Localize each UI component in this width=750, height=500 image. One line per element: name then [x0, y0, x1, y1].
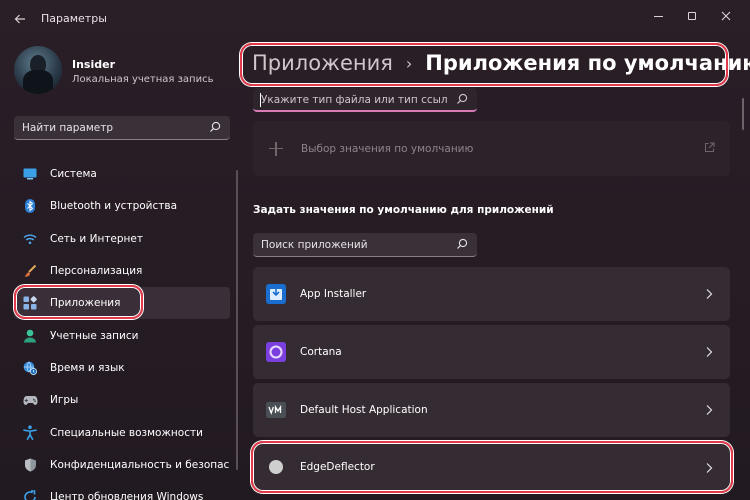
sidebar-item-system[interactable]: Система — [14, 158, 230, 190]
app-search-box[interactable] — [253, 233, 477, 257]
app-name: EdgeDeflector — [300, 461, 375, 473]
app-row-app-installer[interactable]: App Installer — [253, 267, 730, 321]
sidebar-item-accounts[interactable]: Учетные записи — [14, 319, 230, 351]
search-icon[interactable] — [456, 238, 468, 250]
sidebar-item-label: Центр обновления Windows — [50, 491, 204, 500]
settings-search-box[interactable] — [14, 116, 230, 140]
window-title: Параметры — [41, 12, 107, 25]
update-icon — [22, 489, 38, 500]
vm-icon — [266, 400, 286, 420]
sidebar-item-bluetooth[interactable]: Bluetooth и устройства — [14, 190, 230, 222]
sidebar-item-personalization[interactable]: Персонализация — [14, 255, 230, 287]
app-row-cortana[interactable]: Cortana — [253, 325, 730, 379]
sidebar-item-label: Сеть и Интернет — [50, 232, 143, 245]
avatar[interactable] — [14, 46, 62, 94]
settings-search-input[interactable] — [14, 117, 199, 139]
text-caret — [260, 93, 261, 107]
sidebar-item-privacy[interactable]: Конфиденциальность и безопасность — [14, 449, 230, 481]
back-button[interactable] — [10, 9, 30, 29]
chevron-right-icon: › — [405, 53, 413, 73]
minimize-button[interactable] — [641, 6, 675, 26]
sidebar-item-network[interactable]: Сеть и Интернет — [14, 223, 230, 255]
sidebar-item-label: Специальные возможности — [50, 426, 203, 439]
app-search-input[interactable] — [253, 234, 448, 256]
arrow-left-icon — [14, 14, 25, 24]
brush-icon — [22, 263, 38, 279]
sidebar-item-label: Конфиденциальность и безопасность — [50, 458, 230, 471]
sidebar-item-label: Bluetooth и устройства — [50, 200, 177, 213]
chevron-right-icon — [706, 289, 713, 299]
selection-indicator — [14, 296, 17, 311]
maximize-button[interactable] — [675, 6, 709, 26]
breadcrumb: Приложения › Приложения по умолчанию — [252, 48, 750, 78]
app-row-default-host-application[interactable]: Default Host Application — [253, 383, 730, 437]
sidebar-item-time-language[interactable]: Время и язык — [14, 352, 230, 384]
shield-icon — [22, 457, 38, 473]
edgedeflector-icon — [266, 457, 286, 477]
settings-window: Параметры Insider Локальная учетная запи… — [0, 0, 750, 500]
monitor-icon — [22, 166, 38, 182]
default-chooser-label: Выбор значения по умолчанию — [301, 142, 474, 155]
sidebar-item-label: Время и язык — [50, 361, 125, 374]
sidebar-item-apps[interactable]: Приложения — [14, 287, 230, 320]
search-icon[interactable] — [456, 93, 468, 105]
minimize-icon — [653, 15, 663, 17]
sidebar-item-windows-update[interactable]: Центр обновления Windows — [14, 481, 230, 500]
cortana-icon — [266, 342, 286, 362]
app-name: App Installer — [300, 288, 367, 300]
sidebar-item-label: Игры — [50, 394, 79, 407]
open-external-icon — [705, 142, 715, 152]
accessibility-icon — [22, 425, 38, 441]
plus-icon — [269, 141, 283, 156]
user-name: Insider — [72, 58, 116, 71]
sidebar-nav: Система Bluetooth и устройства Сеть и Ин… — [14, 158, 230, 500]
close-icon — [721, 11, 731, 21]
apps-icon — [22, 295, 38, 311]
account-type: Локальная учетная запись — [72, 74, 214, 85]
close-button[interactable] — [709, 6, 743, 26]
bluetooth-icon — [22, 198, 38, 214]
sidebar-item-label: Система — [50, 168, 97, 181]
search-icon[interactable] — [209, 121, 221, 133]
breadcrumb-parent[interactable]: Приложения — [252, 51, 393, 75]
chevron-right-icon — [706, 463, 713, 473]
globe-clock-icon — [22, 360, 38, 376]
sidebar-item-label: Персонализация — [50, 265, 143, 278]
maximize-icon — [688, 12, 696, 20]
sidebar-item-label: Приложения — [50, 297, 121, 310]
default-chooser-card: Выбор значения по умолчанию — [253, 121, 730, 176]
sidebar-item-label: Учетные записи — [50, 329, 139, 342]
app-row-edgedeflector[interactable]: EdgeDeflector — [253, 441, 730, 493]
title-bar: Параметры — [0, 0, 750, 36]
person-icon — [22, 328, 38, 344]
sidebar-item-accessibility[interactable]: Специальные возможности — [14, 416, 230, 448]
file-type-search-box[interactable] — [253, 88, 477, 112]
chevron-right-icon — [706, 347, 713, 357]
app-name: Default Host Application — [300, 404, 428, 416]
sidebar-scrollbar[interactable] — [236, 170, 238, 470]
wifi-icon — [22, 231, 38, 247]
app-installer-icon — [266, 284, 286, 304]
page-title: Приложения по умолчанию — [425, 51, 750, 75]
sidebar-item-gaming[interactable]: Игры — [14, 384, 230, 416]
gamepad-icon — [22, 392, 38, 408]
section-title: Задать значения по умолчанию для приложе… — [253, 204, 554, 216]
app-name: Cortana — [300, 346, 342, 358]
chevron-right-icon — [706, 405, 713, 415]
file-type-search-input[interactable] — [253, 89, 448, 111]
main-scrollbar[interactable] — [742, 98, 744, 130]
